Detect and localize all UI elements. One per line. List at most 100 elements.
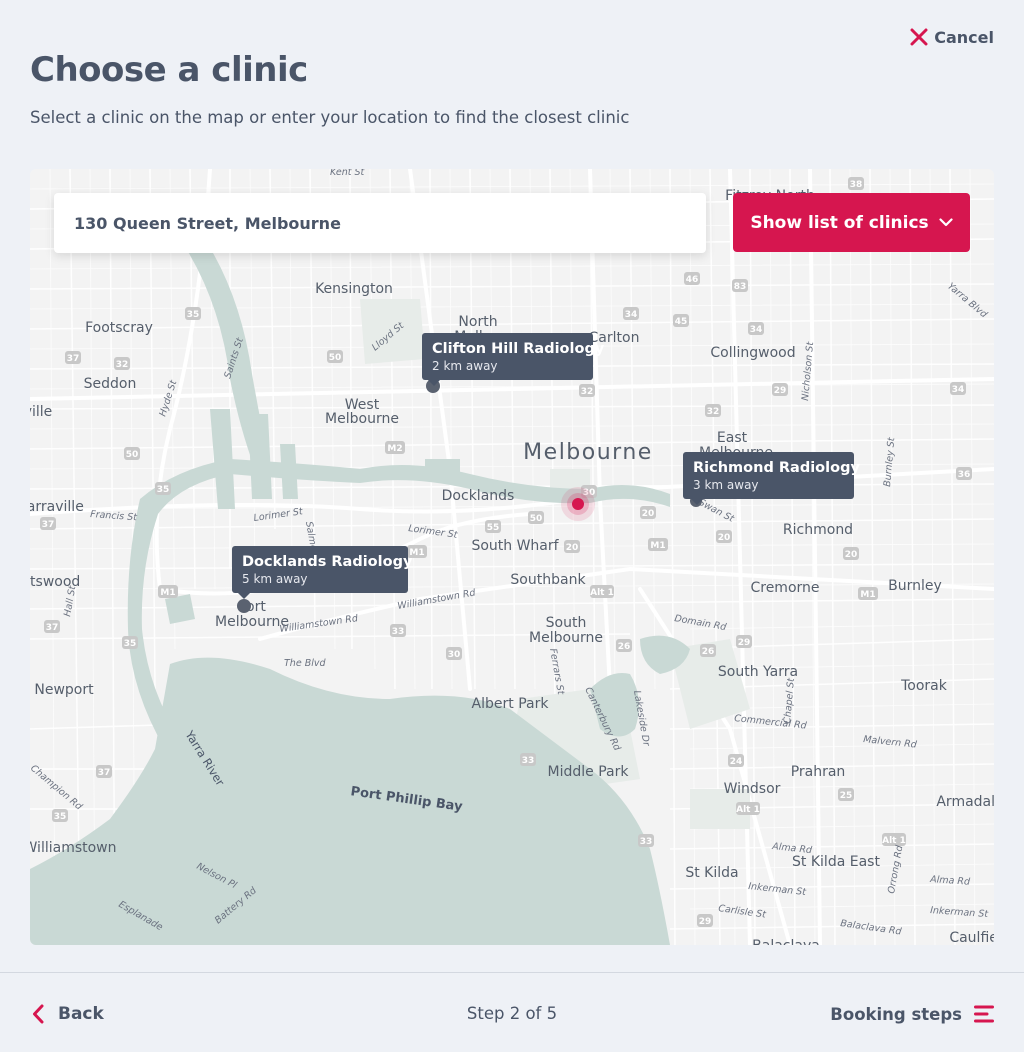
svg-text:33: 33 xyxy=(522,756,535,766)
clinic-distance: 5 km away xyxy=(242,572,308,586)
svg-text:Burnley St: Burnley St xyxy=(882,436,897,487)
svg-text:Williamstown Rd: Williamstown Rd xyxy=(279,613,360,635)
svg-text:35: 35 xyxy=(187,310,200,320)
svg-text:Burnley: Burnley xyxy=(888,578,942,594)
city-label: Melbourne xyxy=(523,440,653,465)
svg-text:Collingwood: Collingwood xyxy=(710,345,795,361)
svg-text:38: 38 xyxy=(850,180,863,190)
svg-text:Inkerman St: Inkerman St xyxy=(930,905,990,920)
svg-text:37: 37 xyxy=(46,623,59,633)
cancel-button[interactable]: Cancel xyxy=(910,24,994,50)
svg-text:Williamstown: Williamstown xyxy=(30,840,116,856)
svg-text:Caulfield: Caulfield xyxy=(949,930,994,945)
svg-text:The Blvd: The Blvd xyxy=(284,658,326,669)
svg-text:35: 35 xyxy=(54,812,67,822)
clinic-name: Docklands Radiology xyxy=(242,554,413,570)
svg-text:33: 33 xyxy=(392,627,405,637)
svg-text:Seddon: Seddon xyxy=(84,376,137,392)
svg-text:Footscray: Footscray xyxy=(85,320,153,336)
svg-text:M1: M1 xyxy=(860,590,875,600)
svg-text:46: 46 xyxy=(686,275,699,285)
clinic-tooltip-docklands[interactable]: Docklands Radiology 5 km away xyxy=(232,546,413,599)
svg-text:St Kilda East: St Kilda East xyxy=(792,854,880,870)
show-list-of-clinics-button[interactable]: Show list of clinics xyxy=(733,193,970,252)
svg-text:32: 32 xyxy=(581,387,594,397)
svg-text:M1: M1 xyxy=(160,588,175,598)
svg-text:37: 37 xyxy=(42,520,55,530)
footer-divider xyxy=(0,972,1024,973)
svg-text:35: 35 xyxy=(124,639,137,649)
svg-text:South: South xyxy=(546,615,587,631)
svg-text:Alt 1: Alt 1 xyxy=(590,588,614,598)
chevron-down-icon xyxy=(939,218,953,227)
svg-text:Balaclava: Balaclava xyxy=(752,938,820,945)
svg-text:South Yarra: South Yarra xyxy=(718,664,798,680)
svg-text:Kensington: Kensington xyxy=(315,281,393,297)
svg-text:Southbank: Southbank xyxy=(510,572,586,588)
location-search-value: 130 Queen Street, Melbourne xyxy=(74,213,341,233)
svg-text:50: 50 xyxy=(530,514,543,524)
svg-text:Cremorne: Cremorne xyxy=(750,580,819,596)
svg-text:37: 37 xyxy=(98,768,111,778)
svg-text:Lorimer St: Lorimer St xyxy=(253,506,305,524)
svg-text:26: 26 xyxy=(618,642,631,652)
svg-text:50: 50 xyxy=(329,353,342,363)
clinic-map[interactable]: 35 37 32 50 50 35 37 M2 M1 M1 M1 M1 55 5… xyxy=(30,169,994,945)
svg-text:Windsor: Windsor xyxy=(724,781,781,797)
svg-text:Newport: Newport xyxy=(34,682,94,698)
svg-text:Melbourne: Melbourne xyxy=(325,411,399,427)
svg-text:Malvern Rd: Malvern Rd xyxy=(863,734,919,751)
map-pin-icon[interactable] xyxy=(237,599,251,613)
svg-text:37: 37 xyxy=(67,354,80,364)
svg-text:Champion Rd: Champion Rd xyxy=(30,763,85,813)
svg-text:Domain Rd: Domain Rd xyxy=(673,613,728,633)
svg-text:55: 55 xyxy=(487,523,500,533)
svg-text:Ferrars St: Ferrars St xyxy=(547,648,566,697)
svg-text:Alma Rd: Alma Rd xyxy=(771,841,814,856)
svg-text:Carlisle St: Carlisle St xyxy=(718,903,768,921)
svg-text:Toorak: Toorak xyxy=(900,678,948,694)
svg-text:Kent St: Kent St xyxy=(330,169,366,178)
clinic-tooltip-richmond[interactable]: Richmond Radiology 3 km away xyxy=(683,452,860,505)
svg-text:33: 33 xyxy=(640,837,653,847)
svg-text:Melbourne: Melbourne xyxy=(529,630,603,646)
svg-text:20: 20 xyxy=(718,533,731,543)
page-title: Choose a clinic xyxy=(30,50,308,90)
svg-text:Yarra Blvd: Yarra Blvd xyxy=(945,281,990,321)
svg-text:29: 29 xyxy=(699,917,712,927)
svg-text:Albert Park: Albert Park xyxy=(472,696,550,712)
svg-text:M2: M2 xyxy=(387,444,402,454)
clinic-name: Richmond Radiology xyxy=(693,460,860,476)
svg-text:45: 45 xyxy=(675,317,688,327)
svg-text:29: 29 xyxy=(774,386,787,396)
svg-text:20: 20 xyxy=(642,509,655,519)
svg-text:30: 30 xyxy=(448,650,461,660)
svg-text:Prahran: Prahran xyxy=(791,764,846,780)
svg-text:20: 20 xyxy=(845,550,858,560)
svg-text:34: 34 xyxy=(750,325,763,335)
location-search-input[interactable]: 130 Queen Street, Melbourne xyxy=(54,193,706,253)
clinic-tooltip-clifton-hill[interactable]: Clifton Hill Radiology 2 km away xyxy=(422,333,605,386)
map-canvas[interactable]: 35 37 32 50 50 35 37 M2 M1 M1 M1 M1 55 5… xyxy=(30,169,994,945)
svg-text:Middle Park: Middle Park xyxy=(548,764,630,780)
svg-text:34: 34 xyxy=(625,310,638,320)
show-list-label: Show list of clinics xyxy=(750,212,929,233)
booking-steps-button[interactable]: Booking steps xyxy=(830,1000,994,1028)
svg-text:24: 24 xyxy=(730,757,743,767)
svg-text:Docklands: Docklands xyxy=(442,488,515,504)
svg-text:35: 35 xyxy=(157,485,170,495)
svg-text:East: East xyxy=(717,430,748,446)
svg-text:Williamstown Rd: Williamstown Rd xyxy=(397,587,478,612)
svg-text:Melbourne: Melbourne xyxy=(215,614,289,630)
svg-text:50: 50 xyxy=(126,450,139,460)
svg-text:25: 25 xyxy=(840,791,853,801)
svg-text:83: 83 xyxy=(734,282,747,292)
svg-text:Richmond: Richmond xyxy=(783,522,853,538)
svg-text:32: 32 xyxy=(707,407,720,417)
svg-text:29: 29 xyxy=(738,638,751,648)
close-icon xyxy=(910,28,928,46)
svg-text:20: 20 xyxy=(566,543,579,553)
clinic-name: Clifton Hill Radiology xyxy=(432,341,605,357)
svg-text:Yarraville: Yarraville xyxy=(30,499,84,515)
svg-text:26: 26 xyxy=(702,647,715,657)
